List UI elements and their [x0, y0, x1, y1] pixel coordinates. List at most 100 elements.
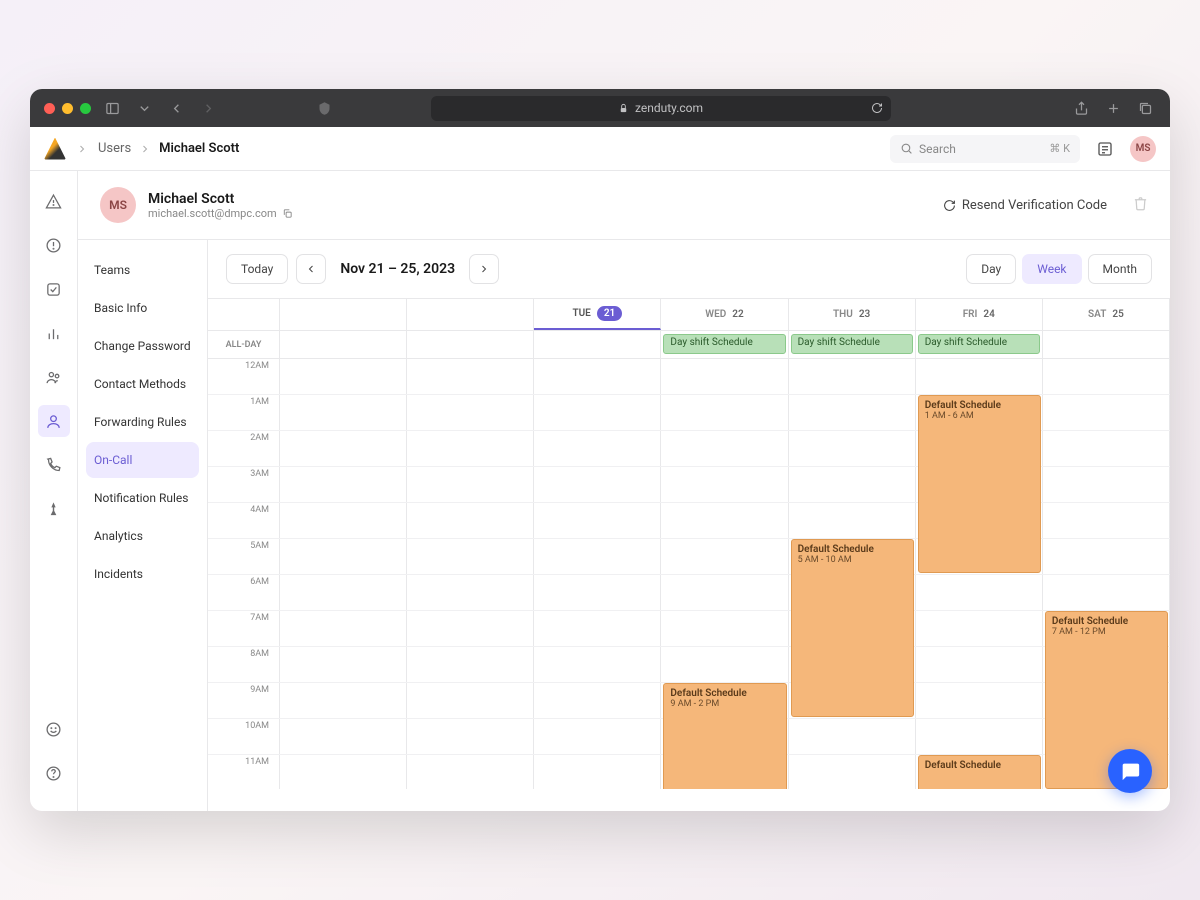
hour-cell[interactable] [534, 539, 661, 574]
nav-incidents[interactable] [38, 229, 70, 261]
app-logo[interactable] [44, 138, 66, 160]
hour-cell[interactable] [1043, 395, 1170, 430]
hour-cell[interactable] [280, 755, 407, 789]
hour-cell[interactable] [789, 503, 916, 538]
hour-cell[interactable] [789, 395, 916, 430]
hour-cell[interactable] [661, 755, 788, 789]
hour-cell[interactable] [280, 359, 407, 394]
nav-escalation[interactable] [38, 493, 70, 525]
hour-cell[interactable] [789, 719, 916, 754]
hour-cell[interactable] [916, 539, 1043, 574]
subnav-item[interactable]: On-Call [86, 442, 199, 478]
nav-oncall[interactable] [38, 449, 70, 481]
hour-cell[interactable] [407, 611, 534, 646]
hour-cell[interactable] [661, 611, 788, 646]
nav-analytics[interactable] [38, 317, 70, 349]
nav-tasks[interactable] [38, 273, 70, 305]
new-tab-icon[interactable] [1102, 97, 1124, 119]
hour-cell[interactable] [661, 359, 788, 394]
view-month[interactable]: Month [1088, 254, 1152, 284]
hour-cell[interactable] [534, 467, 661, 502]
copy-icon[interactable] [282, 208, 293, 219]
hour-cell[interactable] [916, 683, 1043, 718]
allday-event[interactable]: Day shift Schedule [918, 334, 1040, 354]
hour-cell[interactable] [661, 575, 788, 610]
hour-cell[interactable] [789, 611, 916, 646]
hour-cell[interactable] [407, 503, 534, 538]
hour-cell[interactable] [280, 539, 407, 574]
allday-event[interactable]: Day shift Schedule [663, 334, 785, 354]
resend-verification-button[interactable]: Resend Verification Code [943, 198, 1107, 213]
allday-event[interactable]: Day shift Schedule [791, 334, 913, 354]
maximize-window[interactable] [80, 103, 91, 114]
hour-cell[interactable] [1043, 539, 1170, 574]
delete-user-button[interactable] [1133, 196, 1148, 215]
hour-cell[interactable] [280, 611, 407, 646]
hour-cell[interactable] [916, 395, 1043, 430]
refresh-icon[interactable] [871, 102, 883, 114]
hour-cell[interactable] [407, 719, 534, 754]
hour-cell[interactable] [407, 683, 534, 718]
hour-cell[interactable] [661, 539, 788, 574]
nav-feedback[interactable] [38, 713, 70, 745]
hour-cell[interactable] [789, 539, 916, 574]
subnav-item[interactable]: Change Password [86, 328, 199, 364]
hour-cell[interactable] [661, 431, 788, 466]
hour-cell[interactable] [661, 395, 788, 430]
hour-cell[interactable] [534, 431, 661, 466]
hour-cell[interactable] [1043, 467, 1170, 502]
subnav-item[interactable]: Incidents [86, 556, 199, 592]
hour-cell[interactable] [534, 503, 661, 538]
hour-cell[interactable] [534, 575, 661, 610]
hour-cell[interactable] [916, 467, 1043, 502]
search-input[interactable]: Search ⌘ K [890, 135, 1080, 163]
hour-cell[interactable] [1043, 683, 1170, 718]
hour-cell[interactable] [280, 647, 407, 682]
view-day[interactable]: Day [966, 254, 1016, 284]
nav-teams[interactable] [38, 361, 70, 393]
hour-cell[interactable] [407, 539, 534, 574]
hour-cell[interactable] [280, 683, 407, 718]
hour-cell[interactable] [280, 431, 407, 466]
hour-cell[interactable] [534, 395, 661, 430]
hour-cell[interactable] [1043, 611, 1170, 646]
url-bar[interactable]: zenduty.com [431, 96, 891, 121]
subnav-item[interactable]: Basic Info [86, 290, 199, 326]
close-window[interactable] [44, 103, 55, 114]
chevron-down-icon[interactable] [133, 97, 155, 119]
hour-cell[interactable] [789, 683, 916, 718]
nav-help[interactable] [38, 757, 70, 789]
shield-icon[interactable] [314, 97, 336, 119]
nav-forward[interactable] [197, 97, 219, 119]
view-week[interactable]: Week [1022, 254, 1081, 284]
hour-cell[interactable] [661, 719, 788, 754]
hour-cell[interactable] [661, 467, 788, 502]
hour-cell[interactable] [789, 431, 916, 466]
hour-cell[interactable] [407, 467, 534, 502]
hour-cell[interactable] [407, 755, 534, 789]
hour-cell[interactable] [789, 755, 916, 789]
sidebar-toggle-icon[interactable] [101, 97, 123, 119]
hour-cell[interactable] [789, 467, 916, 502]
today-button[interactable]: Today [226, 254, 288, 284]
hour-cell[interactable] [916, 503, 1043, 538]
hour-cell[interactable] [534, 683, 661, 718]
subnav-item[interactable]: Teams [86, 252, 199, 288]
tabs-icon[interactable] [1134, 97, 1156, 119]
hour-cell[interactable] [280, 503, 407, 538]
hour-cell[interactable] [407, 359, 534, 394]
breadcrumb-root[interactable]: Users [98, 141, 131, 156]
hour-cell[interactable] [916, 719, 1043, 754]
hour-cell[interactable] [661, 503, 788, 538]
hour-cell[interactable] [534, 755, 661, 789]
hour-cell[interactable] [280, 575, 407, 610]
subnav-item[interactable]: Contact Methods [86, 366, 199, 402]
hour-cell[interactable] [407, 647, 534, 682]
news-icon[interactable] [1090, 134, 1120, 164]
nav-users[interactable] [38, 405, 70, 437]
share-icon[interactable] [1070, 97, 1092, 119]
hour-cell[interactable] [916, 647, 1043, 682]
hour-cell[interactable] [280, 719, 407, 754]
hour-cell[interactable] [661, 683, 788, 718]
hour-cell[interactable] [1043, 647, 1170, 682]
